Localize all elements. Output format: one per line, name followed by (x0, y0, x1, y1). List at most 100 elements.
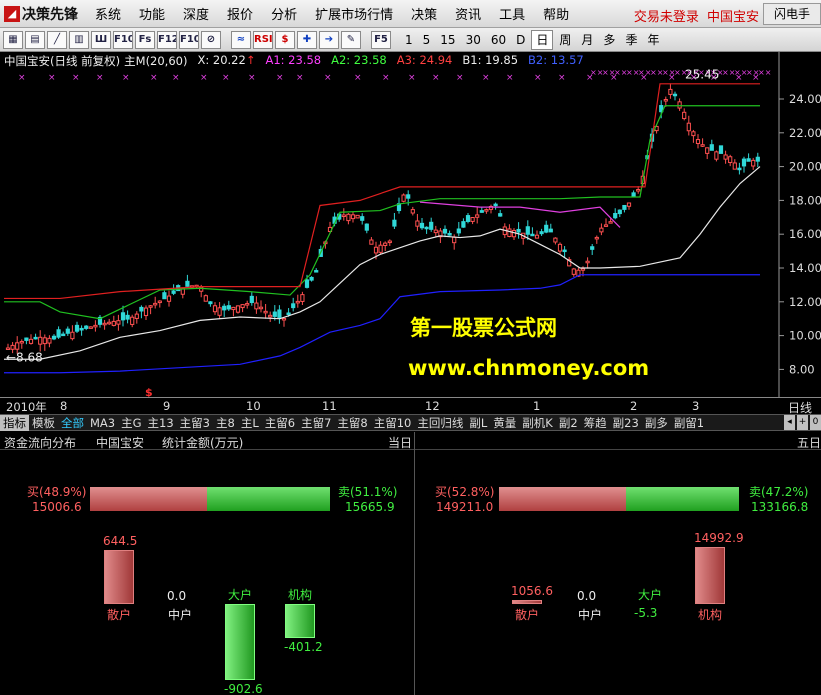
indicator-tab-2[interactable]: 全部 (58, 415, 87, 431)
menu-item-2[interactable]: 深度 (174, 4, 218, 23)
flash-trade-button[interactable]: 闪电手 (763, 3, 821, 25)
toolbar-line-icon[interactable]: ╱ (47, 30, 67, 49)
fund-flow-right-period[interactable]: 五日 (797, 434, 821, 451)
indicator-tab-0[interactable]: 指标 (0, 414, 29, 431)
indicator-tab-12[interactable]: 主留10 (371, 415, 415, 431)
toolbar-pen-icon[interactable]: ✎ (341, 30, 361, 49)
toolbar-kline-icon[interactable]: Ш (91, 30, 111, 49)
indicator-tab-1[interactable]: 模板 (29, 415, 58, 431)
indicator-tab-9[interactable]: 主留6 (262, 415, 298, 431)
candle-body (341, 214, 346, 218)
sell-ratio-label: 卖(47.2%) (749, 485, 809, 499)
price-chart[interactable]: 24.00 22.00 20.00 18.00 16.00 14.00 12.00 10.00… (0, 52, 821, 397)
period-button-0[interactable]: 1 (401, 31, 417, 49)
indicator-tab-5[interactable]: 主13 (145, 415, 177, 431)
menu-item-0[interactable]: 系统 (86, 4, 130, 23)
period-button-8[interactable]: 月 (577, 31, 597, 49)
menu-item-5[interactable]: 扩展市场行情 (306, 4, 402, 23)
indicator-tab-21[interactable]: 副留1 (671, 415, 707, 431)
tab-zero-icon[interactable]: 0 (810, 415, 821, 430)
toolbar-grid-icon[interactable]: ▦ (3, 30, 23, 49)
toolbar-wave-icon[interactable]: ≈ (231, 30, 251, 49)
indicator-tab-6[interactable]: 主留3 (177, 415, 213, 431)
period-button-9[interactable]: 多 (599, 31, 619, 49)
indicator-tab-20[interactable]: 副多 (642, 415, 671, 431)
indicator-tab-3[interactable]: MA3 (87, 416, 118, 430)
tab-scroll-left-icon[interactable]: ◂ (784, 415, 795, 430)
indicator-tab-18[interactable]: 筹趋 (581, 415, 610, 431)
period-button-3[interactable]: 30 (462, 31, 485, 49)
period-button-10[interactable]: 季 (621, 31, 641, 49)
candle-body (470, 217, 475, 222)
period-button-1[interactable]: 5 (419, 31, 435, 49)
candle-body (277, 309, 282, 318)
indicator-tab-14[interactable]: 副L (466, 415, 490, 431)
indicator-tab-10[interactable]: 主留7 (298, 415, 334, 431)
indicator-tab-19[interactable]: 副23 (610, 415, 642, 431)
indicator-tab-bar: 指标 模板 全部 MA3 主G 主13 主留3 主8 主L 主留6 主留7 主留8 主留10 主回归线 副L… (0, 414, 821, 431)
toolbar-rsi-icon[interactable]: RSI (253, 30, 273, 49)
toolbar-bar-icon[interactable]: ▥ (69, 30, 89, 49)
period-button-5[interactable]: D (512, 31, 529, 49)
toolbar-f12-icon[interactable]: F12 (157, 30, 177, 49)
indicator-tab-11[interactable]: 主留8 (334, 415, 370, 431)
candle-body (622, 204, 627, 210)
candle-body (93, 324, 98, 328)
toolbar-table-icon[interactable]: ▤ (25, 30, 45, 49)
menu-item-8[interactable]: 工具 (490, 4, 534, 23)
candle-body (134, 313, 139, 319)
toolbar-arrow-icon[interactable]: ➔ (319, 30, 339, 49)
candle-body (346, 213, 351, 222)
toolbar-cross-icon[interactable]: ✚ (297, 30, 317, 49)
flow-bar-value: 14992.9 (694, 531, 744, 545)
flow-bar-name: 中户 (168, 608, 193, 622)
menu-item-7[interactable]: 资讯 (446, 4, 490, 23)
menu-item-6[interactable]: 决策 (402, 4, 446, 23)
candle-body (139, 306, 144, 312)
signal-marker-icon: × (432, 73, 440, 83)
toolbar-f10-icon[interactable]: F10 (179, 30, 199, 49)
x-arrow-icon: ↑ (245, 53, 256, 67)
toolbar-f10-icon[interactable]: F10 (113, 30, 133, 49)
fund-flow-today-panel: 买(48.9%) 15006.6 卖(51.1%) 15665.9 散户 644.5 中户 0… (0, 451, 414, 695)
fund-flow-left-period[interactable]: 当日 (388, 434, 412, 451)
b1-value: B1: 19.85 (462, 53, 519, 67)
signal-marker-icon: × (248, 73, 256, 83)
period-button-2[interactable]: 15 (436, 31, 459, 49)
toolbar-$-icon[interactable]: $ (275, 30, 295, 49)
candle-body (695, 139, 701, 145)
x-axis-label: 11 (322, 399, 337, 413)
candle-body (61, 333, 66, 337)
candle-body (718, 145, 724, 154)
period-button-7[interactable]: 周 (555, 31, 575, 49)
indicator-tab-13[interactable]: 主回归线 (414, 415, 466, 431)
indicator-tab-15[interactable]: 黄量 (490, 415, 519, 431)
candle-body (571, 268, 576, 275)
menu-item-4[interactable]: 分析 (262, 4, 306, 23)
period-button-11[interactable]: 年 (643, 31, 663, 49)
login-status[interactable]: 交易未登录 (634, 10, 699, 25)
candle-body (10, 344, 15, 350)
indicator-tab-8[interactable]: 主L (238, 415, 262, 431)
indicator-tab-17[interactable]: 副2 (556, 415, 581, 431)
flow-bar-value: 0.0 (577, 589, 597, 603)
signal-marker-icon: × (456, 73, 464, 83)
indicator-tab-7[interactable]: 主8 (213, 415, 238, 431)
chart-background (0, 52, 821, 397)
x-axis-label: 3 (692, 399, 700, 413)
chart-indicator-name[interactable]: 主M(20,60) (124, 53, 187, 69)
indicator-tab-16[interactable]: 副机K (519, 415, 556, 431)
candle-body (691, 131, 696, 137)
menu-item-3[interactable]: 报价 (218, 4, 262, 23)
toolbar-f5-icon[interactable]: F5 (371, 30, 391, 49)
candle-body (171, 290, 176, 294)
menu-item-9[interactable]: 帮助 (534, 4, 578, 23)
tab-add-icon[interactable]: + (797, 415, 808, 430)
toolbar-zoom-icon[interactable]: ⊘ (201, 30, 221, 49)
menu-item-1[interactable]: 功能 (130, 4, 174, 23)
candle-body (222, 305, 227, 311)
toolbar-f9-icon[interactable]: Fs (135, 30, 155, 49)
period-button-6[interactable]: 日 (531, 29, 554, 50)
period-button-4[interactable]: 60 (487, 31, 510, 49)
indicator-tab-4[interactable]: 主G (118, 415, 144, 431)
